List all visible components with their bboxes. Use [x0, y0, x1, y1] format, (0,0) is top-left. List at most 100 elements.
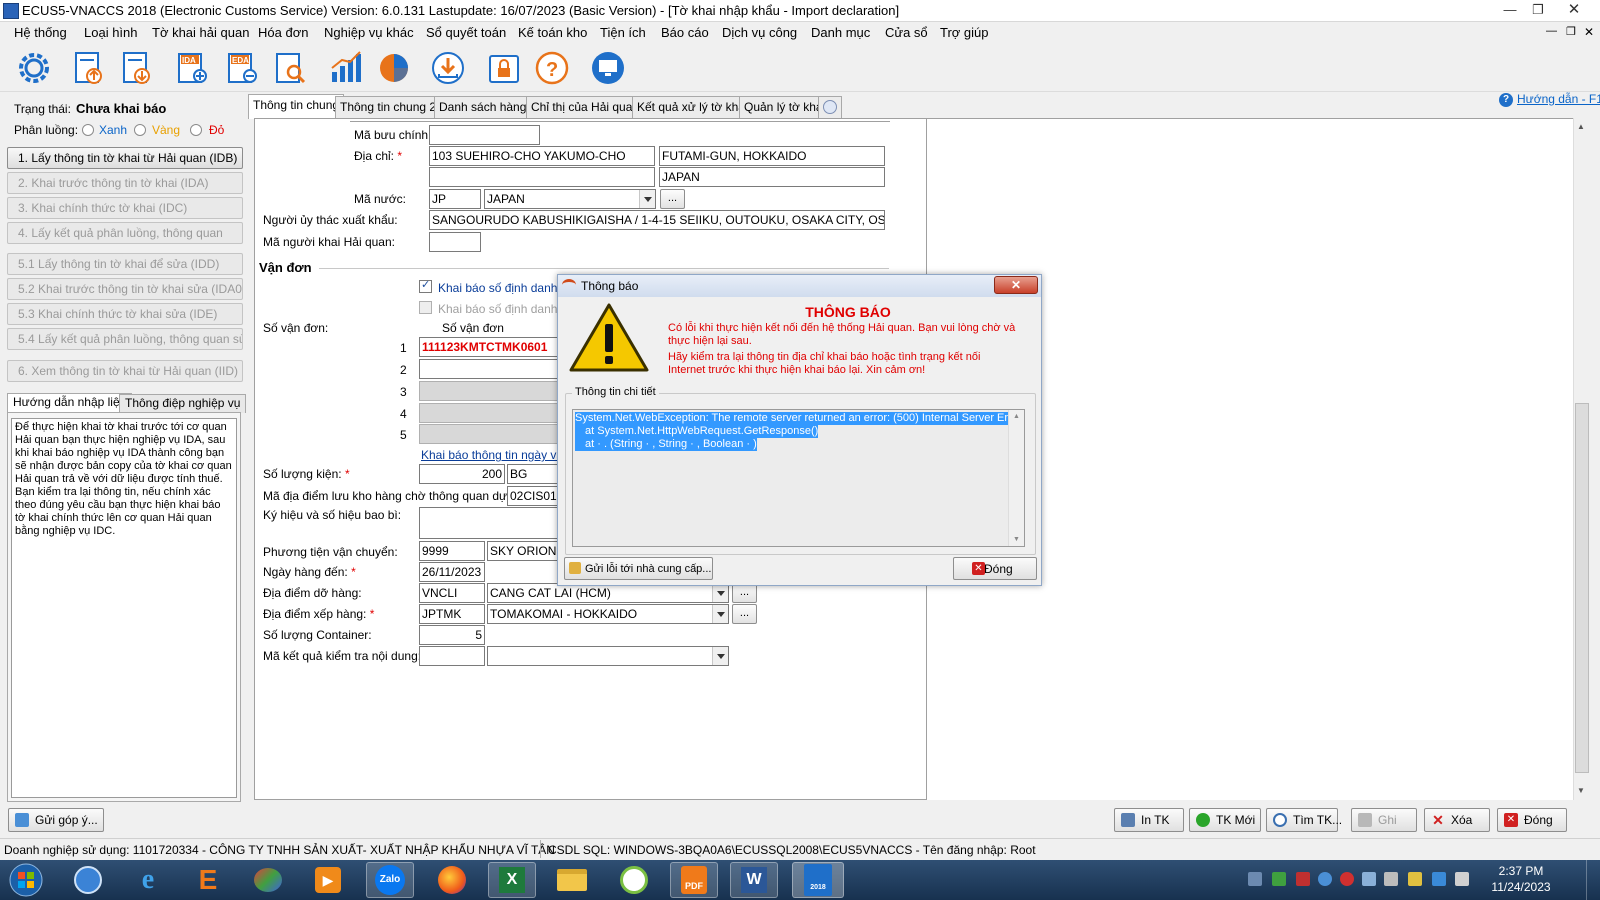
scrollbar-thumb[interactable] [1575, 403, 1589, 773]
chevron-down-icon[interactable] [712, 584, 728, 602]
mdi-close-icon[interactable]: ✕ [1584, 25, 1594, 39]
dialog-close-icon[interactable]: ✕ [994, 276, 1038, 294]
doc-search-icon[interactable] [270, 48, 310, 88]
tray-flag-icon[interactable] [1455, 872, 1469, 886]
radio-do[interactable] [190, 124, 202, 136]
feedback-button[interactable]: Gửi góp ý... [8, 808, 104, 832]
menu-item-tro-giup[interactable]: Trợ giúp [940, 25, 989, 40]
tab-goods-list[interactable]: Danh sách hàng [434, 96, 532, 118]
loading-code-input[interactable]: JPTMK [419, 604, 485, 624]
menu-item-so-quyet-toan[interactable]: Sổ quyết toán [426, 25, 506, 40]
settings-icon[interactable] [14, 48, 54, 88]
postal-code-input[interactable] [429, 125, 540, 145]
save-button[interactable]: Ghi [1351, 808, 1417, 832]
address-line-4-input[interactable]: JAPAN [659, 167, 885, 187]
tray-volume-icon[interactable] [1384, 872, 1398, 886]
close-form-button[interactable]: ✕ Đóng [1497, 808, 1567, 832]
mdi-minimize-icon[interactable]: — [1546, 25, 1557, 37]
unloading-code-input[interactable]: VNCLI [419, 583, 485, 603]
tab-general-info[interactable]: Thông tin chung [248, 94, 345, 119]
vertical-scrollbar[interactable]: ▲ ▼ [1573, 118, 1590, 800]
action-result-edit-button[interactable]: 5.4 Lấy kết quả phân luồng, thông quan s… [7, 328, 243, 350]
action-ide-button[interactable]: 5.3 Khai chính thức tờ khai sửa (IDE) [7, 303, 243, 325]
print-button[interactable]: In TK [1114, 808, 1184, 832]
pie-chart-icon[interactable] [374, 48, 414, 88]
taskbar-firefox-icon[interactable] [428, 862, 476, 898]
declarant-input[interactable] [429, 232, 481, 252]
find-declaration-button[interactable]: Tìm TK... [1266, 808, 1342, 832]
radio-xanh[interactable] [82, 124, 94, 136]
taskbar-excel-icon[interactable]: X [488, 862, 536, 898]
download-doc-icon[interactable] [116, 48, 156, 88]
package-marks-input[interactable] [419, 507, 569, 539]
entrust-input[interactable]: SANGOURUDO KABUSHIKIGAISHA / 1-4-15 SEII… [429, 210, 885, 230]
action-idd-button[interactable]: 5.1 Lấy thông tin tờ khai để sửa (IDD) [7, 253, 243, 275]
download-tray-icon[interactable] [428, 48, 468, 88]
radio-vang[interactable] [134, 124, 146, 136]
error-detail-textbox[interactable]: System.Net.WebException: The remote serv… [572, 409, 1025, 547]
tray-power-icon[interactable] [1408, 872, 1422, 886]
tab-processing-result[interactable]: Kết quả xử lý tờ khai [632, 96, 753, 118]
unloading-place-select[interactable]: CANG CAT LAI (HCM) [487, 583, 729, 603]
arrival-date-input[interactable]: 26/11/2023 [419, 562, 485, 582]
menu-item-loai-hinh[interactable]: Loại hình [84, 25, 138, 40]
unloading-lookup-button[interactable]: ... [732, 583, 757, 603]
monitor-icon[interactable] [588, 48, 628, 88]
inspection-result-select[interactable] [487, 646, 729, 666]
tray-app-icon[interactable] [1296, 872, 1310, 886]
show-desktop-button[interactable] [1586, 860, 1600, 900]
clock[interactable]: 2:37 PM 11/24/2023 [1486, 863, 1556, 895]
tab-general-info-2[interactable]: Thông tin chung 2 [335, 96, 442, 118]
bl-number-input-5[interactable] [419, 424, 559, 444]
bar-chart-icon[interactable] [326, 48, 366, 88]
bl-number-input-1[interactable]: 111123KMTCTMK0601 [419, 337, 559, 357]
eda-remove-icon[interactable]: EDA [222, 48, 262, 88]
declare-id-checkbox-2[interactable] [419, 301, 432, 314]
taskbar-explorer-icon[interactable] [548, 862, 596, 898]
tab-customs-instructions[interactable]: Chỉ thị của Hải quan [526, 96, 645, 118]
minimize-button[interactable]: — [1496, 0, 1524, 20]
lock-icon[interactable] [484, 48, 524, 88]
loading-lookup-button[interactable]: ... [732, 604, 757, 624]
action-ida01-button[interactable]: 5.2 Khai trước thông tin tờ khai sửa (ID… [7, 278, 243, 300]
loading-place-select[interactable]: TOMAKOMAI - HOKKAIDO [487, 604, 729, 624]
address-line-3-input[interactable] [429, 167, 655, 187]
taskbar-word-icon[interactable]: W [730, 862, 778, 898]
new-declaration-button[interactable]: TK Mới [1189, 808, 1261, 832]
menu-item-cua-so[interactable]: Cửa sổ [885, 25, 928, 40]
inspection-code-input[interactable] [419, 646, 485, 666]
package-qty-input[interactable]: 200 [419, 464, 505, 484]
tray-alert-icon[interactable] [1340, 872, 1354, 886]
menu-item-nghiep-vu-khac[interactable]: Nghiệp vụ khác [324, 25, 414, 40]
start-button[interactable] [4, 862, 48, 898]
country-code-input[interactable]: JP [429, 189, 481, 209]
menu-item-bao-cao[interactable]: Báo cáo [661, 25, 709, 40]
vehicle-name-input[interactable]: SKY ORION [487, 541, 567, 561]
chevron-down-icon[interactable] [639, 190, 655, 208]
menu-item-danh-muc[interactable]: Danh mục [811, 25, 870, 40]
ida-add-icon[interactable]: IDA [172, 48, 212, 88]
address-line-2-input[interactable]: FUTAMI-GUN, HOKKAIDO [659, 146, 885, 166]
taskbar-pdf-icon[interactable]: PDF [670, 862, 718, 898]
action-iid-button[interactable]: 6. Xem thông tin tờ khai từ Hải quan (II… [7, 360, 243, 382]
menu-item-he-thong[interactable]: Hệ thống [14, 25, 67, 40]
tray-wifi-icon[interactable] [1362, 872, 1376, 886]
help-icon[interactable]: ? [532, 48, 572, 88]
tab-business-message[interactable]: Thông điệp nghiệp vụ [119, 394, 247, 413]
chevron-down-icon[interactable] [712, 605, 728, 623]
action-idc-button[interactable]: 3. Khai chính thức tờ khai (IDC) [7, 197, 243, 219]
send-error-button[interactable]: Gửi lỗi tới nhà cung cấp... [564, 557, 713, 580]
taskbar-paint-icon[interactable] [244, 862, 292, 898]
country-select[interactable]: JAPAN [484, 189, 656, 209]
bl-number-input-3[interactable] [419, 381, 559, 401]
mdi-restore-icon[interactable]: ❐ [1566, 25, 1576, 38]
container-qty-input[interactable]: 5 [419, 625, 485, 645]
upload-doc-icon[interactable] [68, 48, 108, 88]
bl-date-link[interactable]: Khai báo thông tin ngày vậ [421, 448, 563, 462]
taskbar-remote-desktop-icon[interactable] [64, 862, 112, 898]
country-lookup-button[interactable]: ... [660, 189, 685, 209]
menu-item-dich-vu-cong[interactable]: Dịch vụ công [722, 25, 797, 40]
declare-id-checkbox[interactable]: ✓ [419, 279, 432, 293]
tray-shield-icon[interactable] [1272, 872, 1286, 886]
menu-item-tien-ich[interactable]: Tiện ích [600, 25, 646, 40]
